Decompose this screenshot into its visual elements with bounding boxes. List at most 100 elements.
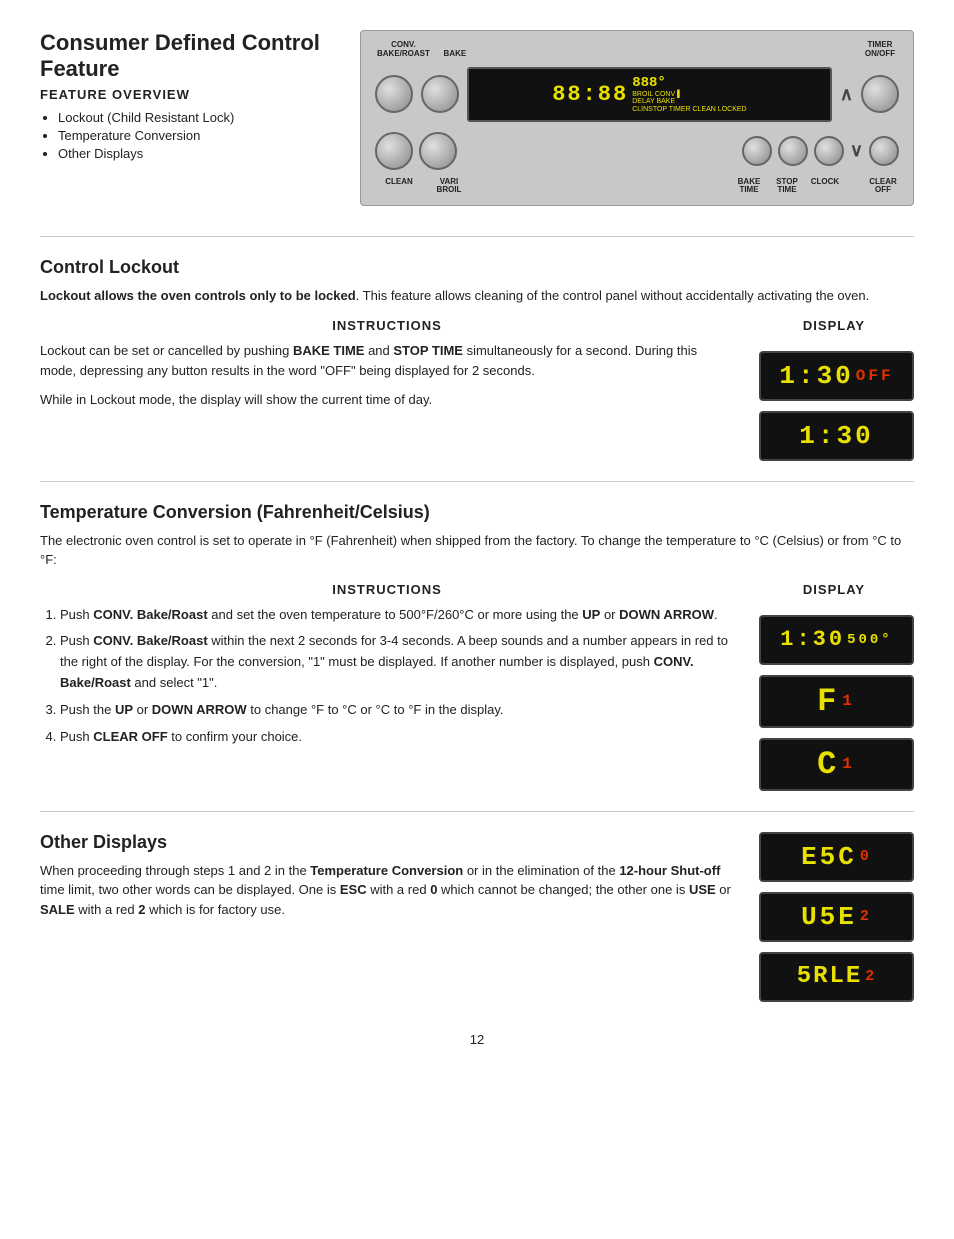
other-displays-bold5: USE [689, 882, 716, 897]
temp-conversion-steps: Push CONV. Bake/Roast and set the oven t… [40, 605, 734, 748]
lockout-instructions-text1: Lockout can be set or cancelled by pushi… [40, 341, 734, 383]
other-display-esc: E5C0 [759, 832, 914, 882]
knob-clock [814, 136, 844, 166]
other-displays-bold2: 12-hour Shut-off [619, 863, 720, 878]
other-display-use-text: U5E [801, 902, 857, 932]
knob-clean [375, 132, 413, 170]
lockout-display-1-time: 1:30 [779, 361, 853, 391]
temp-conversion-section: Temperature Conversion (Fahrenheit/Celsi… [40, 502, 914, 791]
display-888: 888° [632, 75, 666, 91]
temp-step-4: Push CLEAR OFF to confirm your choice. [60, 727, 734, 748]
knob-vari-broil [419, 132, 457, 170]
divider-3 [40, 811, 914, 812]
temp-step-4-bold: CLEAR OFF [93, 729, 167, 744]
lockout-two-col: INSTRUCTIONS Lockout can be set or cance… [40, 318, 914, 461]
temp-display-1-500: 500° [847, 632, 893, 648]
bottom-label-stop-time: STOPTIME [771, 178, 803, 196]
bottom-label-vari-broil: VARIBROIL [427, 178, 471, 196]
other-display-use: U5E2 [759, 892, 914, 942]
arrow-down-icon: ∨ [850, 140, 863, 161]
lockout-instructions-header: INSTRUCTIONS [40, 318, 734, 333]
divider-1 [40, 236, 914, 237]
bottom-label-clear-off: CLEAROFF [867, 178, 899, 196]
top-section: Consumer Defined Control Feature FEATURE… [40, 30, 914, 206]
panel-label-timer: TIMERON/OFF [865, 41, 895, 59]
lockout-intro-bold: Lockout allows the oven controls only to… [40, 288, 356, 303]
temp-display-1-time: 1:30 [780, 627, 845, 652]
temp-step-2-bold1: CONV. Bake/Roast [93, 633, 207, 648]
lockout-display-col: DISPLAY 1:30OFF 1:30 [754, 318, 914, 461]
other-displays-bold1: Temperature Conversion [310, 863, 463, 878]
other-displays-instructions-col: Other Displays When proceeding through s… [40, 832, 734, 1002]
lockout-display-1-off: OFF [856, 367, 894, 385]
control-lockout-section: Control Lockout Lockout allows the oven … [40, 257, 914, 461]
lockout-stop-time-bold: STOP TIME [393, 343, 463, 358]
knob-clear-off [869, 136, 899, 166]
panel-label-bake: BAKE [444, 50, 467, 59]
temp-conversion-intro: The electronic oven control is set to op… [40, 531, 914, 570]
feature-overview-label: FEATURE OVERVIEW [40, 87, 340, 102]
temp-conversion-display-header: DISPLAY [754, 582, 914, 597]
bottom-label-clean: CLEAN [377, 178, 421, 196]
bottom-label-clock: CLOCK [809, 178, 841, 196]
display-sub-labels: BROIL CONV ▌DELAY BAKECLINSTOP TIMER CLE… [632, 91, 746, 114]
page-number: 12 [40, 1032, 914, 1047]
temp-display-3-c: C [817, 746, 840, 783]
temp-display-2-f: F [817, 683, 840, 720]
temp-display-2-sup: 1 [842, 692, 856, 710]
top-left: Consumer Defined Control Feature FEATURE… [40, 30, 340, 206]
feature-item-lockout: Lockout (Child Resistant Lock) [58, 110, 340, 125]
feature-item-conversion: Temperature Conversion [58, 128, 340, 143]
other-display-sale-sup: 2 [865, 968, 876, 985]
knob-timer [861, 75, 899, 113]
knob-stop-time [778, 136, 808, 166]
control-panel-image: CONV.BAKE/ROAST BAKE TIMERON/OFF 88:88 8… [360, 30, 914, 206]
other-display-use-sup: 2 [860, 908, 872, 925]
bottom-label-spacer [847, 178, 861, 196]
temp-step-1-bold1: CONV. Bake/Roast [93, 607, 207, 622]
other-displays-section: Other Displays When proceeding through s… [40, 832, 914, 1002]
other-displays-bold6: SALE [40, 902, 75, 917]
other-display-esc-sup: 0 [860, 848, 872, 865]
temp-step-1-bold3: DOWN ARROW [619, 607, 714, 622]
other-displays-display-col: E5C0 U5E2 5RLE2 [754, 832, 914, 1002]
knob-conv-bake-roast [375, 75, 413, 113]
lockout-display-2-time: 1:30 [799, 421, 873, 451]
temp-step-3-bold1: UP [115, 702, 133, 717]
lockout-display-2: 1:30 [759, 411, 914, 461]
temp-step-3-bold2: DOWN ARROW [152, 702, 247, 717]
temp-step-1: Push CONV. Bake/Roast and set the oven t… [60, 605, 734, 626]
feature-item-displays: Other Displays [58, 146, 340, 161]
temp-conversion-instructions-header: INSTRUCTIONS [40, 582, 734, 597]
other-displays-two-col: Other Displays When proceeding through s… [40, 832, 914, 1002]
other-displays-bold3: ESC [340, 882, 367, 897]
lockout-display-header: DISPLAY [754, 318, 914, 333]
temp-step-2: Push CONV. Bake/Roast within the next 2 … [60, 631, 734, 693]
other-displays-bold4: 0 [430, 882, 437, 897]
lockout-instructions-text2: While in Lockout mode, the display will … [40, 390, 734, 411]
knob-bake-time [742, 136, 772, 166]
lockout-title: Control Lockout [40, 257, 914, 278]
other-display-sale-text: 5RLE [797, 963, 863, 990]
other-displays-bold7: 2 [138, 902, 145, 917]
temp-display-2: F1 [759, 675, 914, 728]
lockout-instructions-col: INSTRUCTIONS Lockout can be set or cance… [40, 318, 734, 461]
temp-step-3: Push the UP or DOWN ARROW to change °F t… [60, 700, 734, 721]
temp-step-2-bold2: CONV. Bake/Roast [60, 654, 694, 690]
temp-conversion-title: Temperature Conversion (Fahrenheit/Celsi… [40, 502, 914, 523]
temp-display-3-sup: 1 [842, 755, 856, 773]
feature-list: Lockout (Child Resistant Lock) Temperatu… [40, 110, 340, 161]
lockout-display-1: 1:30OFF [759, 351, 914, 401]
temp-conversion-two-col: INSTRUCTIONS Push CONV. Bake/Roast and s… [40, 582, 914, 791]
other-display-esc-text: E5C [801, 842, 857, 872]
lockout-bake-time-bold: BAKE TIME [293, 343, 365, 358]
arrow-up-icon: ∧ [840, 84, 853, 105]
temp-step-1-bold2: UP [582, 607, 600, 622]
lockout-intro: Lockout allows the oven controls only to… [40, 286, 914, 306]
panel-label-conv: CONV.BAKE/ROAST [377, 41, 430, 59]
display-time: 88:88 [552, 82, 628, 107]
main-display: 88:88 888° BROIL CONV ▌DELAY BAKECLINSTO… [467, 67, 832, 122]
other-displays-title: Other Displays [40, 832, 734, 853]
other-display-sale: 5RLE2 [759, 952, 914, 1002]
main-title: Consumer Defined Control Feature [40, 30, 340, 83]
